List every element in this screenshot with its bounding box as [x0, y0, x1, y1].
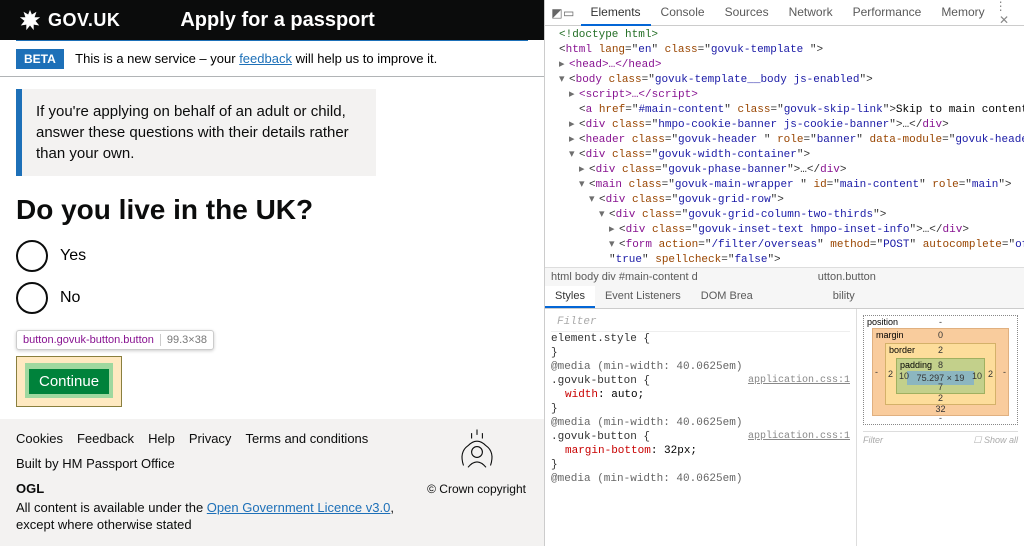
beta-tag: BETA — [16, 49, 64, 69]
footer-link-cookies[interactable]: Cookies — [16, 431, 63, 446]
tab-styles[interactable]: Styles — [545, 286, 595, 308]
footer-link-terms[interactable]: Terms and conditions — [245, 431, 368, 446]
radio-circle-icon[interactable] — [16, 282, 48, 314]
styles-filter[interactable]: Filter — [551, 313, 850, 332]
question-heading: Do you live in the UK? — [16, 194, 528, 226]
main-content: If you're applying on behalf of an adult… — [0, 77, 544, 419]
continue-button-highlight: Continue — [16, 356, 528, 407]
govuk-logotype[interactable]: GOV.UK — [48, 10, 120, 31]
continue-button[interactable]: Continue — [29, 369, 109, 394]
footer-link-help[interactable]: Help — [148, 431, 175, 446]
crown-logo-icon — [16, 8, 44, 32]
licence-text: All content is available under the Open … — [16, 500, 396, 534]
tab-elements[interactable]: Elements — [581, 0, 651, 26]
royal-arms-icon — [450, 429, 504, 475]
styles-tabs: Styles Event Listeners DOM Brea bility — [545, 286, 1024, 309]
tab-network[interactable]: Network — [779, 0, 843, 26]
devtools-menu-icon[interactable]: ⋮ ✕ — [995, 0, 1018, 27]
dom-tree[interactable]: <!doctype html> <html lang="en" class="g… — [545, 26, 1024, 267]
footer-link-privacy[interactable]: Privacy — [189, 431, 232, 446]
tab-memory[interactable]: Memory — [931, 0, 994, 26]
radio-yes[interactable]: Yes — [16, 240, 528, 272]
govuk-header: GOV.UK Apply for a passport — [0, 0, 544, 40]
tab-console[interactable]: Console — [651, 0, 715, 26]
tooltip-dimensions: 99.3×38 — [160, 334, 207, 346]
footer: Cookies Feedback Help Privacy Terms and … — [0, 419, 544, 546]
tab-performance[interactable]: Performance — [843, 0, 932, 26]
service-name: Apply for a passport — [180, 9, 374, 32]
device-icon[interactable]: ▭ — [563, 6, 575, 20]
phase-banner: BETA This is a new service – your feedba… — [0, 41, 544, 77]
tab-dom-breakpoints[interactable]: DOM Brea — [691, 286, 763, 308]
devtools-toolbar: ◩ ▭ Elements Console Sources Network Per… — [545, 0, 1024, 26]
phase-text-post: will help us to improve it. — [292, 51, 437, 66]
tab-sources[interactable]: Sources — [715, 0, 779, 26]
tooltip-selector: button.govuk-button.button — [23, 334, 154, 346]
crown-copyright[interactable]: © Crown copyright — [427, 429, 526, 496]
dom-breadcrumb[interactable]: html body div #main-content dutton.butto… — [545, 267, 1024, 286]
ogl-link[interactable]: Open Government Licence v3.0 — [207, 500, 391, 515]
feedback-link[interactable]: feedback — [239, 51, 292, 66]
radio-circle-icon[interactable] — [16, 240, 48, 272]
styles-rules[interactable]: Filter element.style { } @media (min-wid… — [545, 309, 856, 546]
footer-link-feedback[interactable]: Feedback — [77, 431, 134, 446]
box-model: position -- margin 0 32 - - border 22 22… — [856, 309, 1024, 546]
inset-info: If you're applying on behalf of an adult… — [16, 89, 376, 176]
crown-copyright-text: © Crown copyright — [427, 482, 526, 496]
radio-no-label: No — [60, 289, 80, 307]
inspect-tooltip: button.govuk-button.button 99.3×38 — [16, 330, 214, 350]
phase-text-pre: This is a new service – your — [75, 51, 239, 66]
tab-event-listeners[interactable]: Event Listeners — [595, 286, 691, 308]
tab-accessibility[interactable]: bility — [823, 286, 865, 308]
inspect-icon[interactable]: ◩ — [551, 6, 563, 20]
radio-yes-label: Yes — [60, 247, 86, 265]
radio-no[interactable]: No — [16, 282, 528, 314]
